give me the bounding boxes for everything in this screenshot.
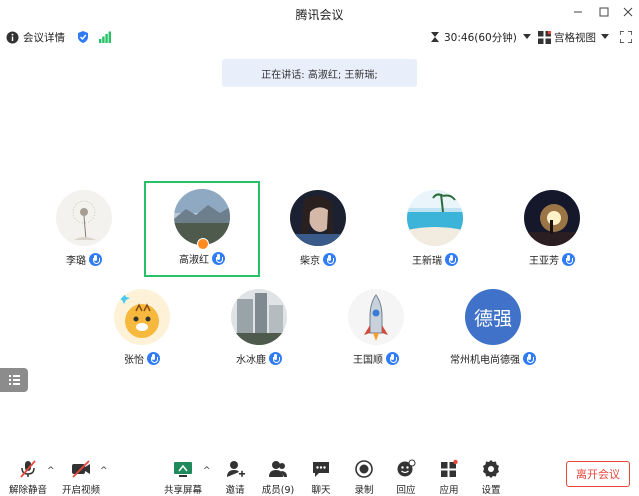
chevron-down-icon [601,34,609,40]
participant-tile[interactable]: 德强 常州机电尚德强 [435,281,551,377]
avatar-text: 德强 [474,308,512,330]
participant-tile[interactable]: 王国顺 [318,281,434,377]
grid-view-icon [538,30,551,44]
close-icon[interactable] [621,5,635,19]
microphone-icon [147,352,160,365]
active-speaker-banner: 正在讲话: 高淑红; 王新瑞; [222,59,417,87]
participant-tile[interactable]: 张怡 [84,281,200,377]
participant-name: 常州机电尚德强 [450,355,520,366]
participant-name: 高淑红 [179,255,209,266]
chevron-down-icon [522,34,531,40]
camera-off-icon [56,458,106,480]
microphone-icon [523,352,536,365]
fullscreen-icon[interactable] [620,26,632,48]
hourglass-icon [430,31,440,43]
settings-button[interactable]: 设置 [466,458,516,496]
meeting-toolbar: 会议详情 30:46(60分钟) 宫格视图 [0,26,639,48]
participant-tile-active-speaker[interactable]: 高淑红 [144,181,260,277]
participant-name: 王国顺 [353,355,383,366]
participant-tile[interactable]: 李璐 [26,182,142,278]
avatar [524,190,580,246]
participant-tile[interactable]: 水冰鹿 [201,281,317,377]
avatar [114,289,170,345]
microphone-icon [562,253,575,266]
leave-meeting-button[interactable]: 离开会议 [566,461,630,487]
shield-icon[interactable] [77,26,89,48]
avatar [348,289,404,345]
signal-icon[interactable] [99,26,111,48]
avatar [407,190,463,246]
gear-icon [466,458,516,480]
microphone-icon [323,253,336,266]
microphone-muted-icon [3,458,53,480]
microphone-icon [386,352,399,365]
window-title: 腾讯会议 [295,8,344,22]
chevron-up-icon[interactable]: ^ [47,466,55,476]
participant-tile[interactable]: 柴京 [260,182,376,278]
meeting-controls: 解除静音 ^ 开启视频 ^ 共享屏幕 ^ 邀请 成员(9) 聊天 录制 回应 应… [0,452,639,496]
meeting-info-button[interactable]: 会议详情 [6,26,65,48]
view-mode-label: 宫格视图 [554,31,596,44]
host-badge-icon [197,238,209,250]
avatar-initials: 德强 [465,289,521,345]
microphone-icon [445,253,458,266]
avatar [290,190,346,246]
participant-name: 王亚芳 [529,256,559,267]
meeting-info-label: 会议详情 [23,31,65,44]
microphone-icon [89,253,102,266]
microphone-icon [212,252,225,265]
minimize-icon[interactable] [571,5,585,19]
timer-display[interactable]: 30:46(60分钟) [430,26,531,48]
video-label: 开启视频 [61,485,100,496]
list-icon [9,375,20,385]
participant-list-toggle[interactable] [0,368,28,392]
settings-label: 设置 [481,485,501,496]
avatar [174,189,230,245]
timer-text: 30:46(60分钟) [444,31,517,44]
participant-name: 王新瑞 [412,256,442,267]
title-bar: 腾讯会议 [0,0,639,26]
participant-name: 李璐 [66,256,86,267]
participant-name: 水冰鹿 [236,355,266,366]
participant-tile[interactable]: 王新瑞 [377,182,493,278]
info-icon [6,31,19,44]
maximize-icon[interactable] [597,5,611,19]
avatar [56,190,112,246]
microphone-icon [269,352,282,365]
avatar [231,289,287,345]
start-video-button[interactable]: 开启视频 [56,458,106,496]
participant-name: 柴京 [300,256,320,267]
chevron-up-icon[interactable]: ^ [100,466,108,476]
view-mode-button[interactable]: 宫格视图 [538,26,609,48]
participant-tile[interactable]: 王亚芳 [494,182,610,278]
participant-name: 张怡 [124,355,144,366]
share-screen-icon [158,458,208,480]
